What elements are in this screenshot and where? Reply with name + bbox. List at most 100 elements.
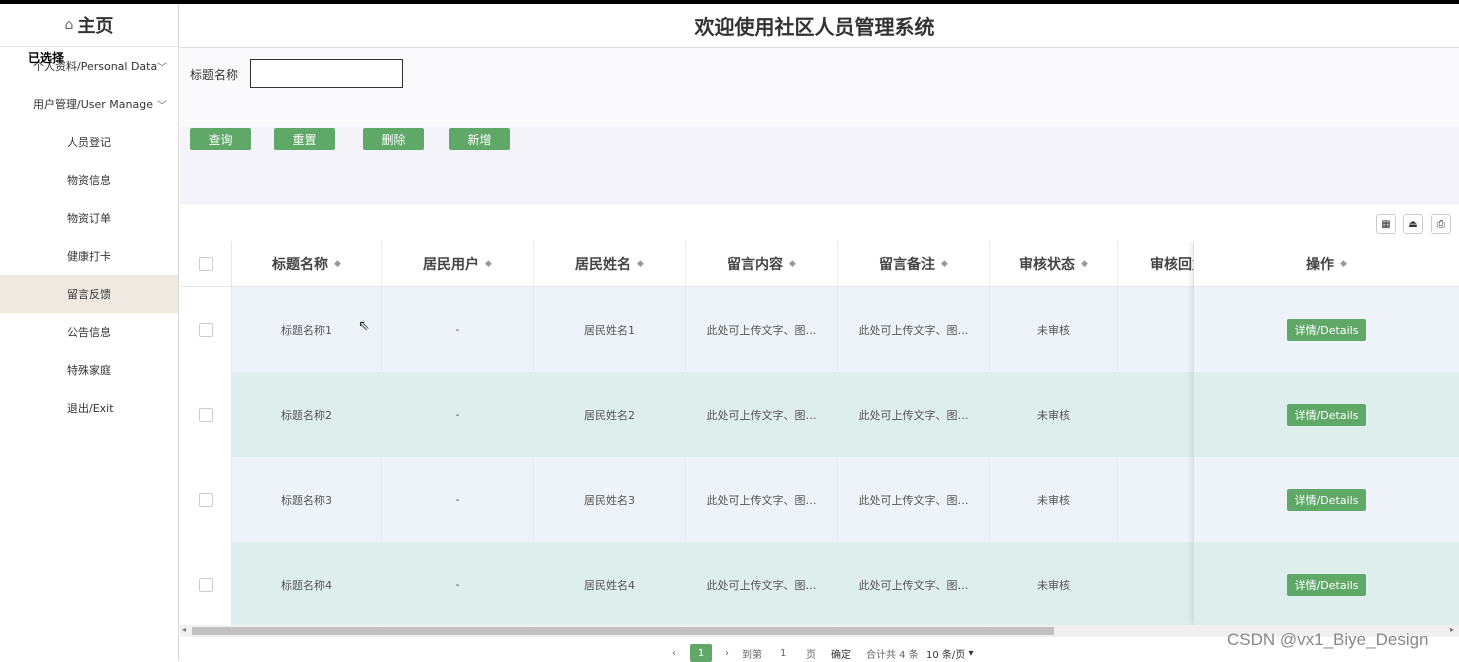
sort-icon: ◆ — [334, 259, 341, 269]
cell-note: 此处可上传文字、图… — [838, 372, 990, 457]
sidebar-item-special-families[interactable]: 特殊家庭 — [0, 351, 178, 389]
scroll-thumb[interactable] — [192, 627, 1054, 635]
column-header-label: 居民姓名 — [575, 257, 632, 273]
sidebar-item-supplies[interactable]: 物资信息 — [0, 161, 178, 199]
print-icon[interactable]: ⎙ — [1431, 214, 1451, 234]
cell-user: - — [382, 542, 534, 625]
cell-title: 标题名称2 — [232, 372, 382, 457]
column-header-label: 审核回复 — [1150, 257, 1193, 273]
row-checkbox[interactable] — [199, 492, 213, 507]
menu-group-personal-data[interactable]: 个人资料/Personal Data ﹀ 已选择 — [0, 47, 178, 85]
sidebar-item-exit[interactable]: 退出/Exit — [0, 389, 178, 427]
mouse-cursor-icon: ⇖ — [358, 318, 370, 334]
sidebar-item-registration[interactable]: 人员登记 — [0, 123, 178, 161]
column-header-label: 审核状态 — [1019, 257, 1076, 273]
watermark: CSDN @vx1_Biye_Design — [1227, 630, 1429, 649]
column-header-label: 操作 — [1306, 256, 1335, 273]
action-cell: 详情/Details — [1194, 287, 1459, 372]
cell-content: 此处可上传文字、图… — [686, 542, 838, 625]
details-button[interactable]: 详情/Details — [1286, 318, 1367, 341]
sort-icon: ◆ — [1081, 259, 1088, 269]
cell-title: 标题名称3 — [232, 457, 382, 542]
search-input[interactable] — [250, 59, 403, 88]
column-header-content[interactable]: 留言内容 ◆ — [686, 241, 838, 287]
column-header-label: 留言内容 — [727, 257, 784, 273]
goto-label: 到第 — [742, 649, 762, 661]
scroll-right-icon[interactable]: ▸ — [1450, 625, 1454, 634]
sort-icon: ◆ — [637, 259, 644, 269]
chevron-down-icon: ﹀ — [157, 63, 167, 74]
sidebar-item-label: 人员登记 — [67, 136, 111, 149]
action-cell: 详情/Details — [1194, 457, 1459, 542]
chevron-down-icon: ▾ — [968, 647, 974, 659]
cell-note: 此处可上传文字、图… — [838, 287, 990, 372]
export-icon[interactable]: ⏏ — [1403, 214, 1423, 234]
cell-status: 未审核 — [990, 372, 1118, 457]
column-header-label: 标题名称 — [272, 257, 329, 273]
sort-icon: ◆ — [789, 259, 796, 269]
goto-confirm-button[interactable]: 确定 — [831, 644, 851, 662]
sidebar-item-announcements[interactable]: 公告信息 — [0, 313, 178, 351]
row-checkbox[interactable] — [199, 577, 213, 592]
overlay-label: 已选择 — [28, 51, 65, 65]
column-header-title[interactable]: 标题名称 ◆ — [232, 241, 382, 287]
column-header-action[interactable]: 操作 ◆ — [1194, 241, 1459, 287]
column-header-label: 居民用户 — [423, 257, 480, 273]
cell-user: - — [382, 287, 534, 372]
column-header-status[interactable]: 审核状态 ◆ — [990, 241, 1118, 287]
column-header-note[interactable]: 留言备注 ◆ — [838, 241, 990, 287]
chevron-down-icon: ﹀ — [157, 101, 167, 112]
cell-status: 未审核 — [990, 287, 1118, 372]
scroll-left-icon[interactable]: ◂ — [182, 625, 186, 634]
add-button[interactable]: 新增 — [449, 128, 510, 150]
sidebar-item-label: 留言反馈 — [67, 288, 111, 301]
row-checkbox[interactable] — [199, 322, 213, 337]
search-label: 标题名称 — [190, 68, 239, 82]
query-button[interactable]: 查询 — [190, 128, 251, 150]
cell-content: 此处可上传文字、图… — [686, 372, 838, 457]
sort-icon: ◆ — [941, 259, 948, 269]
row-checkbox[interactable] — [199, 407, 213, 422]
column-header-user[interactable]: 居民用户 ◆ — [382, 241, 534, 287]
details-button[interactable]: 详情/Details — [1286, 403, 1367, 426]
sidebar-item-health-checkin[interactable]: 健康打卡 — [0, 237, 178, 275]
goto-page-input[interactable]: 1 — [780, 644, 786, 662]
next-page-icon[interactable]: › — [725, 644, 729, 662]
sidebar-item-supply-orders[interactable]: 物资订单 — [0, 199, 178, 237]
action-cell: 详情/Details — [1194, 372, 1459, 457]
table-toolbar: ▦ ⏏ ⎙ — [180, 203, 1459, 241]
page-current[interactable]: 1 — [690, 644, 712, 662]
menu-group-user-manage[interactable]: 用户管理/User Manage ﹀ — [0, 85, 178, 123]
home-link[interactable]: ⌂ 主页 — [0, 4, 178, 47]
column-header-name[interactable]: 居民姓名 ◆ — [534, 241, 686, 287]
page-size-select[interactable]: 10 条/页 ▾ — [926, 644, 974, 662]
prev-page-icon[interactable]: ‹ — [672, 644, 676, 662]
sidebar-item-feedback[interactable]: 留言反馈 — [0, 275, 178, 313]
details-button[interactable]: 详情/Details — [1286, 573, 1367, 596]
home-label: 主页 — [77, 16, 114, 37]
action-column: 操作 ◆ 详情/Details 详情/Details 详情/Details 详情/… — [1194, 241, 1459, 625]
columns-icon[interactable]: ▦ — [1376, 214, 1396, 234]
cell-name: 居民姓名4 — [534, 542, 686, 625]
cell-name: 居民姓名2 — [534, 372, 686, 457]
total-count: 合计共 4 条 — [866, 649, 919, 661]
action-cell: 详情/Details — [1194, 542, 1459, 625]
sidebar-item-label: 特殊家庭 — [67, 364, 111, 377]
cell-content: 此处可上传文字、图… — [686, 287, 838, 372]
search-bar: 标题名称 — [180, 48, 1459, 126]
cell-content: 此处可上传文字、图… — [686, 457, 838, 542]
sidebar-item-label: 物资订单 — [67, 212, 111, 225]
sidebar-item-label: 退出/Exit — [67, 402, 114, 415]
select-all-checkbox[interactable] — [199, 256, 213, 271]
cell-user: - — [382, 372, 534, 457]
delete-button[interactable]: 删除 — [363, 128, 424, 150]
column-header-reply[interactable]: 审核回复 — [1118, 241, 1194, 287]
cell-user: - — [382, 457, 534, 542]
page-unit-label: 页 — [806, 649, 816, 661]
reset-button[interactable]: 重置 — [274, 128, 335, 150]
details-button[interactable]: 详情/Details — [1286, 488, 1367, 511]
cell-note: 此处可上传文字、图… — [838, 542, 990, 625]
page-title: 欢迎使用社区人员管理系统 — [694, 15, 935, 39]
cell-title: 标题名称4 — [232, 542, 382, 625]
sidebar-item-label: 健康打卡 — [67, 250, 111, 263]
